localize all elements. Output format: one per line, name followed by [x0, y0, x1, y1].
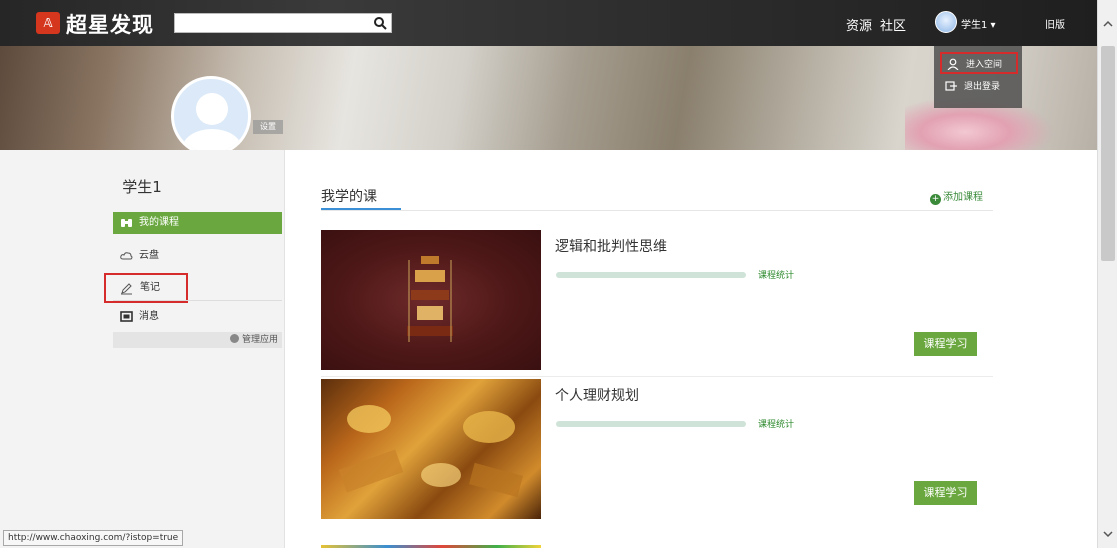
logo-icon[interactable]: 𝔸	[36, 12, 60, 34]
profile-name: 学生1	[122, 178, 162, 196]
course-thumbnail[interactable]	[321, 379, 541, 519]
user-icon	[947, 58, 959, 70]
course-progress-label: 0.0%	[640, 414, 662, 423]
sidebar-item-my-courses[interactable]: 我的课程	[113, 212, 282, 234]
sidebar-item-label: 笔记	[140, 282, 160, 293]
search-input[interactable]	[179, 14, 369, 32]
course-stats-link[interactable]: 课程统计	[758, 268, 794, 281]
top-bar: 𝔸 超星发现 资源 社区 学生1 ▾ 旧版	[0, 0, 1097, 46]
status-bar-url: http://www.chaoxing.com/?istop=true	[3, 530, 184, 546]
plus-circle-icon: +	[930, 194, 941, 205]
profile-avatar[interactable]	[171, 76, 251, 156]
nav-resources[interactable]: 资源	[846, 15, 872, 34]
pencil-icon	[121, 283, 132, 295]
cloud-icon	[120, 252, 133, 260]
course-thumbnail[interactable]	[321, 230, 541, 370]
sidebar-divider	[113, 300, 282, 301]
sidebar-item-label: 消息	[139, 311, 159, 322]
nav-old-version[interactable]: 旧版	[1045, 16, 1065, 31]
profile-banner	[0, 46, 1097, 150]
logout-icon	[945, 81, 957, 91]
settings-button[interactable]: 设置	[253, 120, 283, 134]
menu-item-logout-label: 退出登录	[964, 82, 1001, 92]
menu-item-logout[interactable]: 退出登录	[940, 76, 1018, 98]
search-box[interactable]	[174, 13, 392, 33]
course-title[interactable]: 个人理财规划	[555, 385, 639, 405]
sidebar-item-label: 我的课程	[139, 217, 179, 228]
user-dropdown-menu: 进入空间 退出登录	[934, 46, 1022, 108]
add-course-link[interactable]: + 添加课程	[930, 188, 983, 205]
manage-apps-label: 管理应用	[241, 335, 278, 345]
chevron-down-icon[interactable]	[1102, 528, 1114, 540]
sidebar: 学生1 我的课程 云盘 笔记 消息 管理应用	[0, 150, 284, 548]
nav-community[interactable]: 社区	[880, 15, 906, 34]
section-title: 我学的课	[321, 189, 377, 205]
course-progress-label: 0.0%	[640, 265, 662, 274]
scrollbar-thumb[interactable]	[1101, 46, 1115, 261]
sidebar-item-label: 云盘	[139, 250, 159, 261]
menu-item-enter-space-label: 进入空间	[966, 60, 1003, 70]
scrollbar[interactable]	[1097, 0, 1117, 548]
course-thumbnail-art	[407, 256, 453, 342]
course-study-button[interactable]: 课程学习	[914, 481, 977, 505]
search-icon[interactable]	[373, 16, 387, 30]
user-avatar[interactable]	[935, 11, 957, 33]
course-title[interactable]: 逻辑和批判性思维	[555, 236, 667, 256]
gear-icon	[229, 334, 239, 343]
brand-title[interactable]: 超星发现	[66, 9, 154, 39]
sidebar-item-cloud-disk[interactable]: 云盘	[113, 245, 282, 267]
section-divider	[321, 210, 993, 211]
binoculars-icon	[121, 219, 132, 227]
manage-apps-button[interactable]: 管理应用	[113, 332, 282, 348]
course-card: 个人理财规划 0.0% 课程统计 课程学习	[321, 379, 993, 525]
page: 𝔸 超星发现 资源 社区 学生1 ▾ 旧版 设置 进入空间 退出登录 学生1 我…	[0, 0, 1117, 548]
main-content: 我学的课 + 添加课程 逻辑和批判性思维 0.0% 课程统计 课程学习 个人理财…	[285, 150, 1097, 548]
user-menu-toggle[interactable]: 学生1 ▾	[961, 16, 996, 31]
course-thumbnail-art	[338, 405, 523, 498]
sidebar-item-notes[interactable]: 笔记	[104, 273, 188, 303]
sidebar-item-messages[interactable]: 消息	[113, 306, 282, 328]
course-divider	[321, 376, 993, 377]
add-course-label: 添加课程	[943, 192, 983, 203]
menu-item-enter-space[interactable]: 进入空间	[940, 52, 1018, 74]
course-card: 逻辑和批判性思维 0.0% 课程统计 课程学习	[321, 230, 993, 377]
chevron-up-icon[interactable]	[1102, 18, 1114, 30]
message-icon	[120, 311, 133, 322]
course-study-button[interactable]: 课程学习	[914, 332, 977, 356]
course-stats-link[interactable]: 课程统计	[758, 417, 794, 430]
avatar-head	[196, 93, 228, 125]
